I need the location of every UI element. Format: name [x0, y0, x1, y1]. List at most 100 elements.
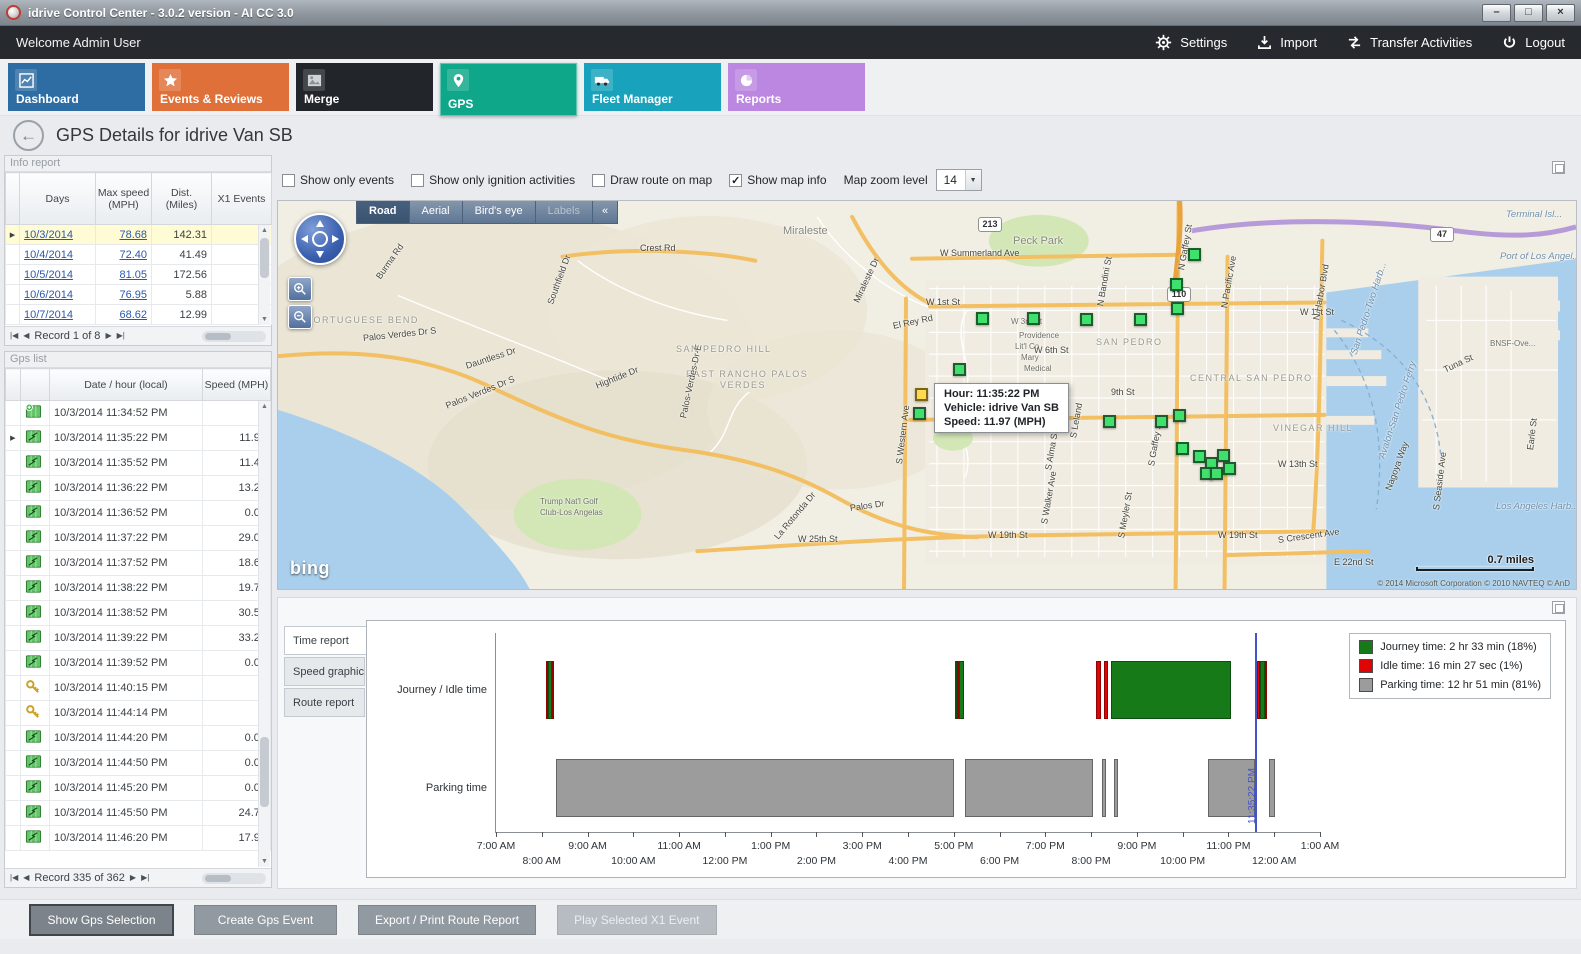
create-gps-event-button[interactable]: Create Gps Event — [194, 905, 337, 935]
nav-tile-reports[interactable]: Reports — [728, 63, 865, 111]
gps-list-row[interactable]: 10/3/2014 11:44:20 PM0.00 — [6, 726, 271, 751]
gps-list-row[interactable]: 10/3/2014 11:44:14 PM — [6, 701, 271, 726]
info-hscrollbar[interactable] — [202, 331, 266, 342]
pager-first-button[interactable]: |◀ — [10, 874, 18, 882]
max-speed-cell[interactable]: 76.95 — [96, 285, 152, 305]
gps-point-marker[interactable] — [1027, 312, 1040, 325]
info-report-row[interactable]: 10/7/201468.6212.99 — [6, 305, 272, 325]
gps-point-marker[interactable] — [1134, 313, 1147, 326]
report-tab-route-report[interactable]: Route report — [284, 688, 365, 717]
gps-list-row[interactable]: 10/3/2014 11:45:50 PM24.75 — [6, 801, 271, 826]
report-tab-time-report[interactable]: Time report — [284, 626, 367, 655]
report-tab-speed-graphic[interactable]: Speed graphic — [284, 657, 365, 686]
gps-point-marker[interactable] — [953, 363, 966, 376]
checkbox-show-map-info[interactable]: ✓Show map info — [729, 173, 826, 187]
gps-point-marker[interactable] — [913, 407, 926, 420]
gps-list-row[interactable]: 10/3/2014 11:46:20 PM17.93 — [6, 826, 271, 851]
gps-hscrollbar[interactable] — [202, 873, 266, 884]
pager-next-button[interactable]: ▶ — [130, 874, 136, 882]
pager-next-button[interactable]: ▶ — [105, 332, 111, 340]
show-gps-selection-button[interactable]: Show Gps Selection — [30, 905, 173, 935]
menu-item-logout[interactable]: Logout — [1502, 35, 1565, 50]
gps-point-marker[interactable] — [1171, 302, 1184, 315]
pager-last-button[interactable]: ▶| — [141, 874, 149, 882]
unchecked-checkbox-icon[interactable] — [282, 174, 295, 187]
days-cell[interactable]: 10/7/2014 — [20, 305, 96, 325]
gps-point-marker[interactable] — [976, 312, 989, 325]
map-zoom-select[interactable]: 14 ▼ — [936, 169, 982, 191]
gps-list-row[interactable]: 10/3/2014 11:38:52 PM30.55 — [6, 601, 271, 626]
gps-point-marker[interactable] — [1170, 278, 1183, 291]
minimize-button[interactable]: – — [1482, 4, 1511, 22]
map-view[interactable]: MiralestePeck ParkW Summerland AveCrest … — [277, 200, 1577, 590]
nav-tile-fleet-manager[interactable]: Fleet Manager — [584, 63, 721, 111]
menu-item-import[interactable]: Import — [1257, 35, 1317, 50]
map-compass-control[interactable] — [294, 213, 346, 265]
gps-list-row[interactable]: 10/3/2014 11:37:22 PM29.05 — [6, 526, 271, 551]
nav-tile-merge[interactable]: Merge — [296, 63, 433, 111]
gps-point-marker[interactable] — [1155, 415, 1168, 428]
info-report-row[interactable]: ▶10/3/201478.68142.31 — [6, 225, 272, 245]
back-button[interactable]: ← — [13, 120, 44, 151]
gps-col-date[interactable]: Date / hour (local) — [49, 369, 202, 401]
days-cell[interactable]: 10/6/2014 — [20, 285, 96, 305]
max-speed-cell[interactable]: 72.40 — [96, 245, 152, 265]
nav-tile-events-reviews[interactable]: Events & Reviews — [152, 63, 289, 111]
info-vscrollbar[interactable]: ▲ ▼ — [258, 225, 270, 325]
gps-col-speed[interactable]: Speed (MPH) — [202, 369, 270, 401]
nav-tile-dashboard[interactable]: Dashboard — [8, 63, 145, 111]
gps-vscrollbar[interactable]: ▲ ▼ — [258, 401, 270, 867]
gps-point-marker[interactable] — [1217, 449, 1230, 462]
info-col-x1-events[interactable]: X1 Events — [212, 173, 272, 225]
map-style-tab-road[interactable]: Road — [357, 201, 410, 223]
days-cell[interactable]: 10/5/2014 — [20, 265, 96, 285]
gps-point-marker[interactable] — [1210, 467, 1223, 480]
info-report-row[interactable]: 10/5/201481.05172.56 — [6, 265, 272, 285]
map-style-tab-bird-s-eye[interactable]: Bird's eye — [463, 201, 536, 223]
info-report-row[interactable]: 10/4/201472.4041.49 — [6, 245, 272, 265]
map-zoom-out-button[interactable] — [288, 305, 312, 329]
days-cell[interactable]: 10/4/2014 — [20, 245, 96, 265]
pager-prev-button[interactable]: ◀ — [23, 332, 29, 340]
checked-checkbox-icon[interactable]: ✓ — [729, 174, 742, 187]
close-button[interactable]: × — [1546, 4, 1575, 22]
gps-point-marker[interactable] — [1176, 442, 1189, 455]
nav-tile-gps[interactable]: GPS — [440, 63, 577, 116]
pager-prev-button[interactable]: ◀ — [23, 874, 29, 882]
gps-point-marker[interactable] — [1188, 248, 1201, 261]
menu-item-transfer-activities[interactable]: Transfer Activities — [1347, 35, 1472, 50]
gps-point-marker[interactable] — [1080, 313, 1093, 326]
gps-point-marker[interactable] — [1223, 462, 1236, 475]
gps-list-row[interactable]: 10/3/2014 11:45:20 PM0.00 — [6, 776, 271, 801]
gps-list-row[interactable]: 10/3/2014 11:39:22 PM33.21 — [6, 626, 271, 651]
days-cell[interactable]: 10/3/2014 — [20, 225, 96, 245]
gps-point-marker[interactable] — [1103, 415, 1116, 428]
gps-list-row[interactable]: 10/3/2014 11:40:15 PM — [6, 676, 271, 701]
info-col-max-speed[interactable]: Max speed (MPH) — [96, 173, 152, 225]
unchecked-checkbox-icon[interactable] — [592, 174, 605, 187]
gps-list-row[interactable]: 10/3/2014 11:34:52 PM — [6, 401, 271, 426]
gps-list-row[interactable]: 10/3/2014 11:35:52 PM11.47 — [6, 451, 271, 476]
map-style-tab-aerial[interactable]: Aerial — [410, 201, 463, 223]
checkbox-show-only-ignition-activities[interactable]: Show only ignition activities — [411, 173, 575, 187]
gps-list-row[interactable]: 10/3/2014 11:36:52 PM0.00 — [6, 501, 271, 526]
map-tabs-collapse-button[interactable]: « — [593, 201, 617, 223]
unchecked-checkbox-icon[interactable] — [411, 174, 424, 187]
pager-last-button[interactable]: ▶| — [117, 332, 125, 340]
info-report-row[interactable]: 10/6/201476.955.88 — [6, 285, 272, 305]
info-col-dist[interactable]: Dist. (Miles) — [152, 173, 212, 225]
gps-list-row[interactable]: 10/3/2014 11:38:22 PM19.70 — [6, 576, 271, 601]
maximize-button[interactable]: □ — [1514, 4, 1543, 22]
gps-list-row[interactable]: 10/3/2014 11:44:50 PM0.00 — [6, 751, 271, 776]
checkbox-show-only-events[interactable]: Show only events — [282, 173, 394, 187]
export-print-route-report-button[interactable]: Export / Print Route Report — [358, 905, 536, 935]
menu-item-settings[interactable]: Settings — [1155, 34, 1227, 51]
map-panel-expand-button[interactable] — [1552, 161, 1565, 174]
gps-list-row[interactable]: ▶10/3/2014 11:35:22 PM11.97 — [6, 426, 271, 451]
info-col-days[interactable]: Days — [20, 173, 96, 225]
gps-list-row[interactable]: 10/3/2014 11:39:52 PM0.00 — [6, 651, 271, 676]
map-zoom-in-button[interactable] — [288, 277, 312, 301]
gps-point-marker[interactable] — [1173, 409, 1186, 422]
max-speed-cell[interactable]: 68.62 — [96, 305, 152, 325]
gps-list-row[interactable]: 10/3/2014 11:36:22 PM13.28 — [6, 476, 271, 501]
